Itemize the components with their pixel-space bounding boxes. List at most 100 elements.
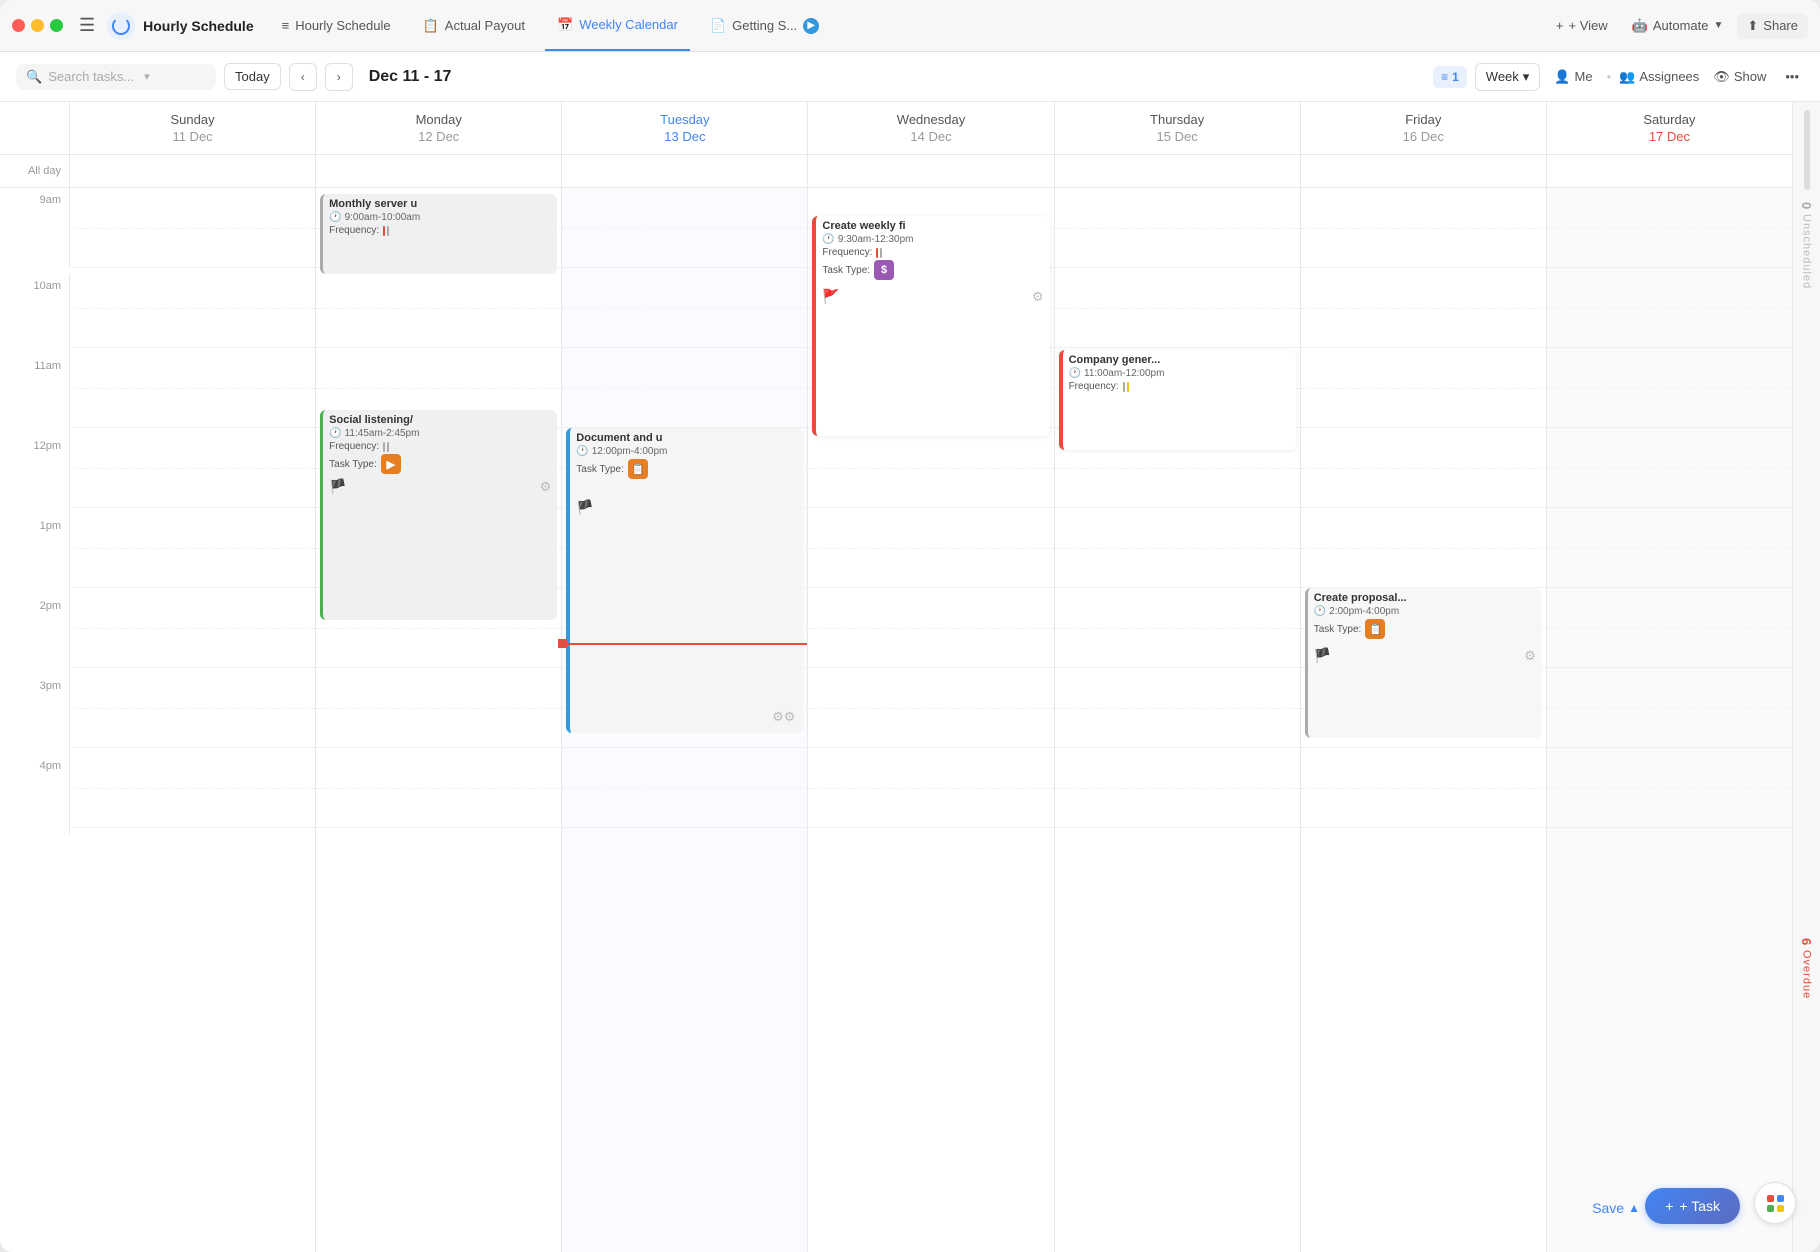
tab-payout[interactable]: 📋 Actual Payout xyxy=(411,0,537,51)
event-create-weekly-title: Create weekly fi xyxy=(822,220,1043,232)
tab-getting-icon: 📄 xyxy=(710,18,726,34)
day-date-sunday: 11 Dec xyxy=(74,129,311,144)
hour-9-tue xyxy=(562,188,807,268)
allday-cell-fri xyxy=(1301,155,1547,187)
event-monthly-server[interactable]: Monthly server u 🕐 9:00am-10:00am Freque… xyxy=(320,194,557,274)
time-label-4pm: 4pm xyxy=(0,754,70,834)
next-button[interactable]: › xyxy=(325,63,353,91)
close-button[interactable] xyxy=(12,19,25,32)
time-gutter-header xyxy=(0,102,70,154)
day-header-saturday: Saturday 17 Dec xyxy=(1547,102,1792,154)
day-date-saturday: 17 Dec xyxy=(1551,129,1788,144)
calendar-container: Sunday 11 Dec Monday 12 Dec Tuesday 13 D… xyxy=(0,102,1820,1252)
clock-icon3: 🕐 xyxy=(576,446,588,457)
search-chevron-icon: ▾ xyxy=(144,70,150,83)
event-create-weekly-time: 🕐 9:30am-12:30pm xyxy=(822,234,1043,245)
app-title: Hourly Schedule xyxy=(143,18,253,34)
assignees-filter[interactable]: 👥 Assignees xyxy=(1619,69,1699,85)
clock-icon6: 🕐 xyxy=(1314,606,1326,617)
task-button[interactable]: + + Task xyxy=(1645,1188,1740,1224)
me-filter[interactable]: 👤 Me xyxy=(1548,64,1598,90)
event-company-general[interactable]: Company gener... 🕐 11:00am-12:00pm Frequ… xyxy=(1059,350,1296,450)
menu-icon[interactable]: ☰ xyxy=(79,15,95,36)
event-create-proposal[interactable]: Create proposal... 🕐 2:00pm-4:00pm Task … xyxy=(1305,588,1542,738)
filter-badge[interactable]: ≡ 1 xyxy=(1433,66,1467,88)
clock-icon4: 🕐 xyxy=(822,234,834,245)
unscheduled-label: Unscheduled xyxy=(1801,214,1813,289)
hour-9-thu xyxy=(1055,188,1300,268)
current-time-dot xyxy=(558,639,567,648)
date-range: Dec 11 - 17 xyxy=(361,68,460,86)
apps-button[interactable] xyxy=(1754,1182,1796,1224)
filter-icon: ≡ xyxy=(1441,70,1448,84)
day-name-thursday: Thursday xyxy=(1059,112,1296,127)
allday-cell-thu xyxy=(1055,155,1301,187)
apps-dot-3 xyxy=(1767,1205,1774,1212)
share-label: Share xyxy=(1763,18,1798,33)
prev-button[interactable]: ‹ xyxy=(289,63,317,91)
hour-4-mon xyxy=(316,748,561,828)
event-monthly-server-title: Monthly server u xyxy=(329,198,551,210)
event-document[interactable]: Document and u 🕐 12:00pm-4:00pm Task Typ… xyxy=(566,428,803,733)
task-label: + Task xyxy=(1679,1198,1720,1214)
day-name-tuesday: Tuesday xyxy=(566,112,803,127)
day-date-tuesday: 13 Dec xyxy=(566,129,803,144)
col-saturday xyxy=(1547,188,1792,1252)
hour-2-sat xyxy=(1547,588,1792,668)
tab-getting[interactable]: 📄 Getting S... ▶ xyxy=(698,0,831,51)
time-labels: 9am 10am 11am 12pm 1pm 2pm 3pm 4pm xyxy=(0,188,70,1252)
time-label-10am: 10am xyxy=(0,274,70,354)
event-social-listening-time: 🕐 11:45am-2:45pm xyxy=(329,428,551,439)
hour-9-sun xyxy=(70,188,315,268)
tab-weekly[interactable]: 📅 Weekly Calendar xyxy=(545,0,690,51)
automate-icon: 🤖 xyxy=(1632,18,1648,34)
save-button[interactable]: Save ▲ xyxy=(1592,1200,1640,1216)
automate-button[interactable]: 🤖 Automate ▼ xyxy=(1622,13,1734,39)
app-icon xyxy=(107,12,135,40)
event-company-freq: Frequency: xyxy=(1069,381,1290,392)
clock-icon: 🕐 xyxy=(329,212,341,223)
app-logo xyxy=(112,17,130,35)
tab-hourly[interactable]: ≡ Hourly Schedule xyxy=(270,0,403,51)
traffic-lights xyxy=(12,19,63,32)
more-options-button[interactable]: ••• xyxy=(1780,64,1804,89)
share-button[interactable]: ⬆ Share xyxy=(1737,13,1808,39)
event-social-listening-title: Social listening/ xyxy=(329,414,551,426)
titlebar-actions: + + View 🤖 Automate ▼ ⬆ Share xyxy=(1546,13,1808,39)
minimize-button[interactable] xyxy=(31,19,44,32)
event-create-weekly[interactable]: Create weekly fi 🕐 9:30am-12:30pm Freque… xyxy=(812,216,1049,436)
hour-3-sun xyxy=(70,668,315,748)
day-header-sunday: Sunday 11 Dec xyxy=(70,102,316,154)
gear-icon4: ⚙ xyxy=(1524,648,1536,664)
tab-getting-badge: ▶ xyxy=(803,18,819,34)
allday-row: All day xyxy=(0,155,1792,188)
time-label-11am: 11am xyxy=(0,354,70,434)
show-button[interactable]: 👁 Show xyxy=(1707,64,1772,90)
search-bar[interactable]: 🔍 Search tasks... ▾ xyxy=(16,64,216,90)
show-label: Show xyxy=(1734,69,1767,84)
view-button[interactable]: + + View xyxy=(1546,13,1618,38)
maximize-button[interactable] xyxy=(50,19,63,32)
allday-cell-sat xyxy=(1547,155,1792,187)
event-monthly-server-time: 🕐 9:00am-10:00am xyxy=(329,212,551,223)
tab-hourly-icon: ≡ xyxy=(282,18,290,33)
sidebar-scrollbar[interactable] xyxy=(1804,110,1810,190)
automate-chevron: ▼ xyxy=(1713,20,1723,31)
current-time-line xyxy=(562,643,807,645)
hour-3-mon xyxy=(316,668,561,748)
days-grid: Monthly server u 🕐 9:00am-10:00am Freque… xyxy=(70,188,1792,1252)
day-headers: Sunday 11 Dec Monday 12 Dec Tuesday 13 D… xyxy=(0,102,1792,155)
assignees-icon: 👥 xyxy=(1619,69,1635,85)
week-chevron-icon: ▾ xyxy=(1523,69,1530,85)
col-tuesday: Document and u 🕐 12:00pm-4:00pm Task Typ… xyxy=(562,188,808,1252)
event-proposal-footer: 🏴 ⚙ xyxy=(1314,647,1536,664)
today-button[interactable]: Today xyxy=(224,63,281,90)
sidebar-unscheduled: 0 Unscheduled xyxy=(1799,102,1814,677)
day-header-monday: Monday 12 Dec xyxy=(316,102,562,154)
week-selector[interactable]: Week ▾ xyxy=(1475,63,1541,91)
hour-10-sat xyxy=(1547,268,1792,348)
event-social-tag: ▶ xyxy=(381,454,401,474)
event-social-listening[interactable]: Social listening/ 🕐 11:45am-2:45pm Frequ… xyxy=(320,410,557,620)
share-icon: ⬆ xyxy=(1747,18,1758,34)
allday-cell-sun xyxy=(70,155,316,187)
